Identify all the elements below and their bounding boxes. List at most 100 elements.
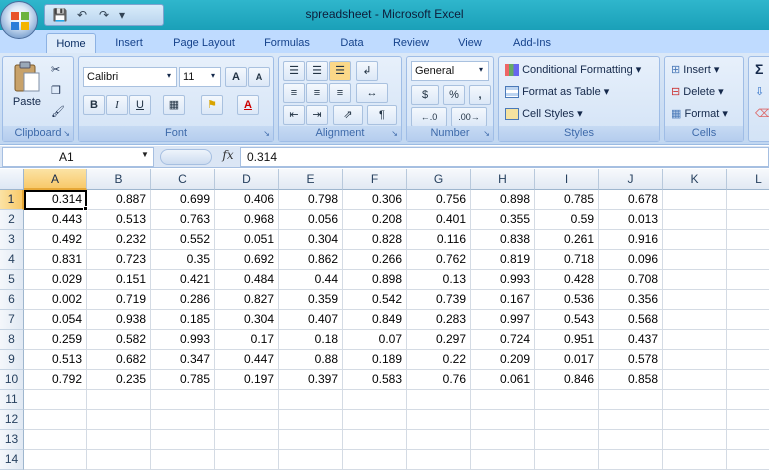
cell-g14[interactable] bbox=[407, 450, 471, 470]
column-header-k[interactable]: K bbox=[663, 169, 727, 190]
cell-g6[interactable]: 0.739 bbox=[407, 290, 471, 310]
cell-i3[interactable]: 0.261 bbox=[535, 230, 599, 250]
delete-cells-button[interactable]: ⊟ Delete ▾ bbox=[671, 85, 724, 98]
cell-l5[interactable] bbox=[727, 270, 769, 290]
cell-d4[interactable]: 0.692 bbox=[215, 250, 279, 270]
cell-j3[interactable]: 0.916 bbox=[599, 230, 663, 250]
cell-e7[interactable]: 0.407 bbox=[279, 310, 343, 330]
fill-color-icon[interactable]: ⚑ bbox=[201, 95, 223, 115]
cell-d5[interactable]: 0.484 bbox=[215, 270, 279, 290]
cell-l6[interactable] bbox=[727, 290, 769, 310]
cell-b10[interactable]: 0.235 bbox=[87, 370, 151, 390]
column-header-c[interactable]: C bbox=[151, 169, 215, 190]
tab-view[interactable]: View bbox=[448, 33, 492, 54]
cell-g12[interactable] bbox=[407, 410, 471, 430]
row-header-12[interactable]: 12 bbox=[0, 410, 24, 430]
column-header-i[interactable]: I bbox=[535, 169, 599, 190]
increase-decimal-icon[interactable]: ←.0 bbox=[411, 107, 447, 127]
cell-a9[interactable]: 0.513 bbox=[24, 350, 87, 370]
cell-c8[interactable]: 0.993 bbox=[151, 330, 215, 350]
cell-f10[interactable]: 0.583 bbox=[343, 370, 407, 390]
insert-function-button[interactable]: fx bbox=[218, 148, 238, 166]
cell-l12[interactable] bbox=[727, 410, 769, 430]
cell-b9[interactable]: 0.682 bbox=[87, 350, 151, 370]
currency-button[interactable]: $ bbox=[411, 85, 439, 105]
cell-l1[interactable] bbox=[727, 190, 769, 210]
format-painter-icon[interactable]: 🖌 bbox=[51, 105, 65, 118]
tab-page-layout[interactable]: Page Layout bbox=[164, 33, 244, 54]
number-format-dropdown-icon[interactable]: ▾ bbox=[479, 65, 483, 74]
shrink-font-button[interactable]: A bbox=[248, 67, 270, 87]
cell-g3[interactable]: 0.116 bbox=[407, 230, 471, 250]
cell-l7[interactable] bbox=[727, 310, 769, 330]
cell-e3[interactable]: 0.304 bbox=[279, 230, 343, 250]
font-size-dropdown-icon[interactable]: ▾ bbox=[211, 71, 215, 80]
column-header-d[interactable]: D bbox=[215, 169, 279, 190]
cell-a7[interactable]: 0.054 bbox=[24, 310, 87, 330]
cell-k3[interactable] bbox=[663, 230, 727, 250]
wrap-text-icon[interactable]: ↲ bbox=[356, 61, 378, 81]
cell-f8[interactable]: 0.07 bbox=[343, 330, 407, 350]
cell-e2[interactable]: 0.056 bbox=[279, 210, 343, 230]
cell-d1[interactable]: 0.406 bbox=[215, 190, 279, 210]
orientation-icon[interactable]: ⇗ bbox=[333, 105, 363, 125]
fill-handle[interactable] bbox=[83, 206, 88, 211]
cell-a5[interactable]: 0.029 bbox=[24, 270, 87, 290]
cell-a2[interactable]: 0.443 bbox=[24, 210, 87, 230]
cell-b7[interactable]: 0.938 bbox=[87, 310, 151, 330]
cell-k8[interactable] bbox=[663, 330, 727, 350]
format-cells-button[interactable]: ▦ Format ▾ bbox=[671, 107, 728, 120]
cell-c14[interactable] bbox=[151, 450, 215, 470]
cell-k10[interactable] bbox=[663, 370, 727, 390]
cell-e5[interactable]: 0.44 bbox=[279, 270, 343, 290]
row-header-1[interactable]: 1 bbox=[0, 190, 24, 210]
font-launcher-icon[interactable]: ↘ bbox=[263, 129, 270, 138]
cell-k5[interactable] bbox=[663, 270, 727, 290]
cell-h14[interactable] bbox=[471, 450, 535, 470]
cell-e14[interactable] bbox=[279, 450, 343, 470]
cell-k13[interactable] bbox=[663, 430, 727, 450]
cell-h3[interactable]: 0.838 bbox=[471, 230, 535, 250]
cell-b13[interactable] bbox=[87, 430, 151, 450]
cell-j5[interactable]: 0.708 bbox=[599, 270, 663, 290]
cell-h8[interactable]: 0.724 bbox=[471, 330, 535, 350]
cell-a8[interactable]: 0.259 bbox=[24, 330, 87, 350]
row-header-13[interactable]: 13 bbox=[0, 430, 24, 450]
cell-a6[interactable]: 0.002 bbox=[24, 290, 87, 310]
office-button[interactable] bbox=[0, 1, 38, 39]
cell-b1[interactable]: 0.887 bbox=[87, 190, 151, 210]
cell-e12[interactable] bbox=[279, 410, 343, 430]
cell-f9[interactable]: 0.189 bbox=[343, 350, 407, 370]
cell-e8[interactable]: 0.18 bbox=[279, 330, 343, 350]
cell-l3[interactable] bbox=[727, 230, 769, 250]
cell-e4[interactable]: 0.862 bbox=[279, 250, 343, 270]
cell-g5[interactable]: 0.13 bbox=[407, 270, 471, 290]
text-direction-icon[interactable]: ¶ bbox=[367, 105, 397, 125]
cell-c12[interactable] bbox=[151, 410, 215, 430]
row-header-10[interactable]: 10 bbox=[0, 370, 24, 390]
cell-a11[interactable] bbox=[24, 390, 87, 410]
cell-i14[interactable] bbox=[535, 450, 599, 470]
cell-g13[interactable] bbox=[407, 430, 471, 450]
cell-c13[interactable] bbox=[151, 430, 215, 450]
column-header-l[interactable]: L bbox=[727, 169, 769, 190]
cell-h5[interactable]: 0.993 bbox=[471, 270, 535, 290]
percent-button[interactable]: % bbox=[443, 85, 465, 105]
underline-button[interactable]: U bbox=[129, 95, 151, 115]
cell-j1[interactable]: 0.678 bbox=[599, 190, 663, 210]
cell-j6[interactable]: 0.356 bbox=[599, 290, 663, 310]
cell-b14[interactable] bbox=[87, 450, 151, 470]
align-top-icon[interactable]: ☰ bbox=[283, 61, 305, 81]
cell-l8[interactable] bbox=[727, 330, 769, 350]
cell-l11[interactable] bbox=[727, 390, 769, 410]
cell-styles-button[interactable]: Cell Styles ▾ bbox=[505, 107, 583, 121]
tab-formulas[interactable]: Formulas bbox=[254, 33, 320, 54]
cell-f3[interactable]: 0.828 bbox=[343, 230, 407, 250]
cell-i7[interactable]: 0.543 bbox=[535, 310, 599, 330]
name-box-dropdown-icon[interactable]: ▼ bbox=[141, 150, 149, 159]
cell-f14[interactable] bbox=[343, 450, 407, 470]
cell-b6[interactable]: 0.719 bbox=[87, 290, 151, 310]
row-header-8[interactable]: 8 bbox=[0, 330, 24, 350]
cell-h7[interactable]: 0.997 bbox=[471, 310, 535, 330]
align-right-icon[interactable]: ≡ bbox=[329, 83, 351, 103]
